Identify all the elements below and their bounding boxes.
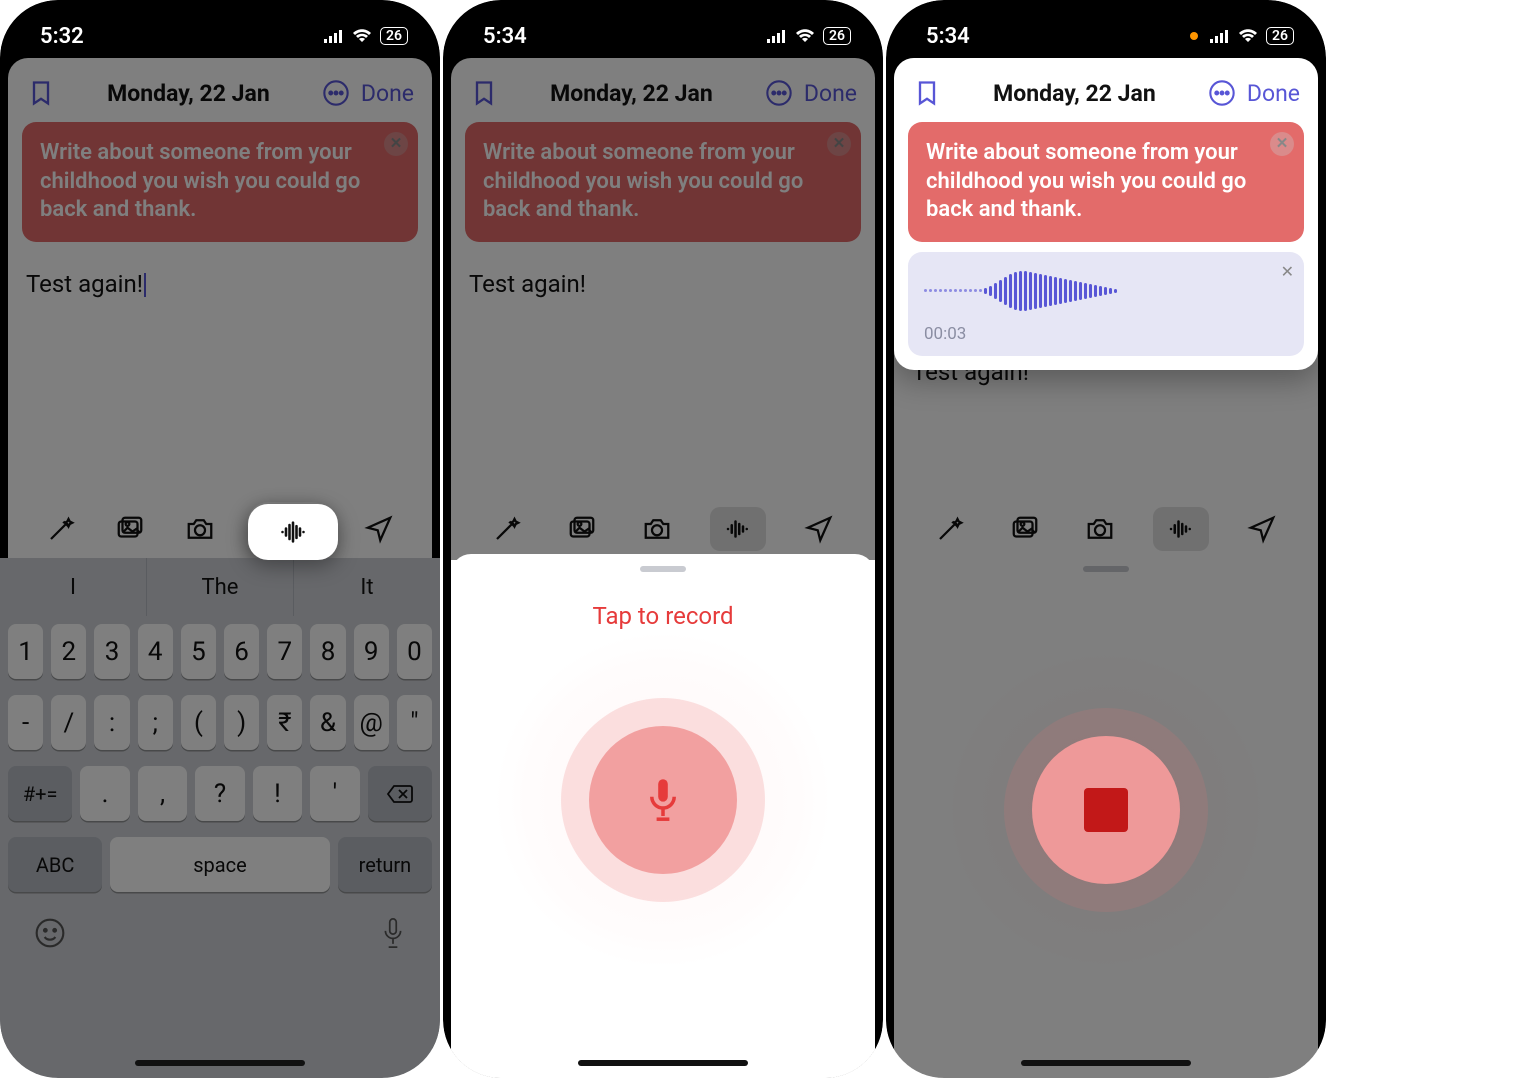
phone-screenshot-2: 5:34 26 Monday, 22 Jan Done Write about … (443, 0, 883, 1078)
journal-editor-card: Monday, 22 Jan Done Write about someone … (894, 58, 1318, 370)
wifi-icon (795, 29, 815, 43)
battery-indicator: 26 (823, 27, 851, 45)
battery-indicator: 26 (380, 27, 408, 45)
record-button-container (493, 630, 833, 970)
status-bar: 5:32 26 (0, 0, 440, 64)
recording-dot-icon (1190, 32, 1198, 40)
cellular-icon (1210, 29, 1230, 43)
status-indicators: 26 (767, 27, 851, 45)
done-button[interactable]: Done (1247, 80, 1300, 107)
status-time: 5:34 (926, 24, 970, 49)
status-time: 5:34 (483, 24, 527, 49)
home-indicator[interactable] (1021, 1060, 1191, 1066)
dim-overlay (0, 0, 440, 1078)
battery-indicator: 26 (1266, 27, 1294, 45)
stop-icon (1084, 788, 1128, 832)
status-bar: 5:34 26 (443, 0, 883, 64)
writing-prompt-banner: Write about someone from your childhood … (908, 122, 1304, 242)
audio-icon[interactable] (248, 504, 338, 560)
bookmark-icon[interactable] (912, 78, 942, 108)
status-indicators: 26 (1190, 27, 1294, 45)
sheet-grabber[interactable] (640, 566, 686, 572)
phone-screenshot-1: 5:32 26 Monday, 22 Jan Done Write about … (0, 0, 440, 1078)
wifi-icon (352, 29, 372, 43)
waveform (924, 266, 1288, 316)
more-icon[interactable] (1207, 78, 1237, 108)
stop-recording-button[interactable] (1032, 736, 1180, 884)
delete-recording-icon[interactable]: ✕ (1281, 262, 1294, 281)
phone-screenshot-3: 5:34 26 Test again! (886, 0, 1326, 1078)
recording-duration: 00:03 (924, 324, 1288, 344)
audio-recording-clip[interactable]: ✕ 00:03 (908, 252, 1304, 356)
tap-to-record-label: Tap to record (451, 602, 875, 630)
cellular-icon (767, 29, 787, 43)
microphone-icon (639, 776, 687, 824)
status-time: 5:32 (40, 24, 84, 49)
home-indicator[interactable] (578, 1060, 748, 1066)
entry-date-title: Monday, 22 Jan (952, 80, 1197, 107)
status-indicators: 26 (324, 27, 408, 45)
status-bar: 5:34 26 (886, 0, 1326, 64)
editor-header: Monday, 22 Jan Done (908, 72, 1304, 122)
wifi-icon (1238, 29, 1258, 43)
record-button[interactable] (589, 726, 737, 874)
close-icon[interactable]: ✕ (1270, 132, 1294, 156)
prompt-text: Write about someone from your childhood … (926, 140, 1246, 222)
dim-overlay (443, 0, 883, 560)
record-sheet: Tap to record (451, 554, 875, 1078)
home-indicator[interactable] (135, 1060, 305, 1066)
cellular-icon (324, 29, 344, 43)
